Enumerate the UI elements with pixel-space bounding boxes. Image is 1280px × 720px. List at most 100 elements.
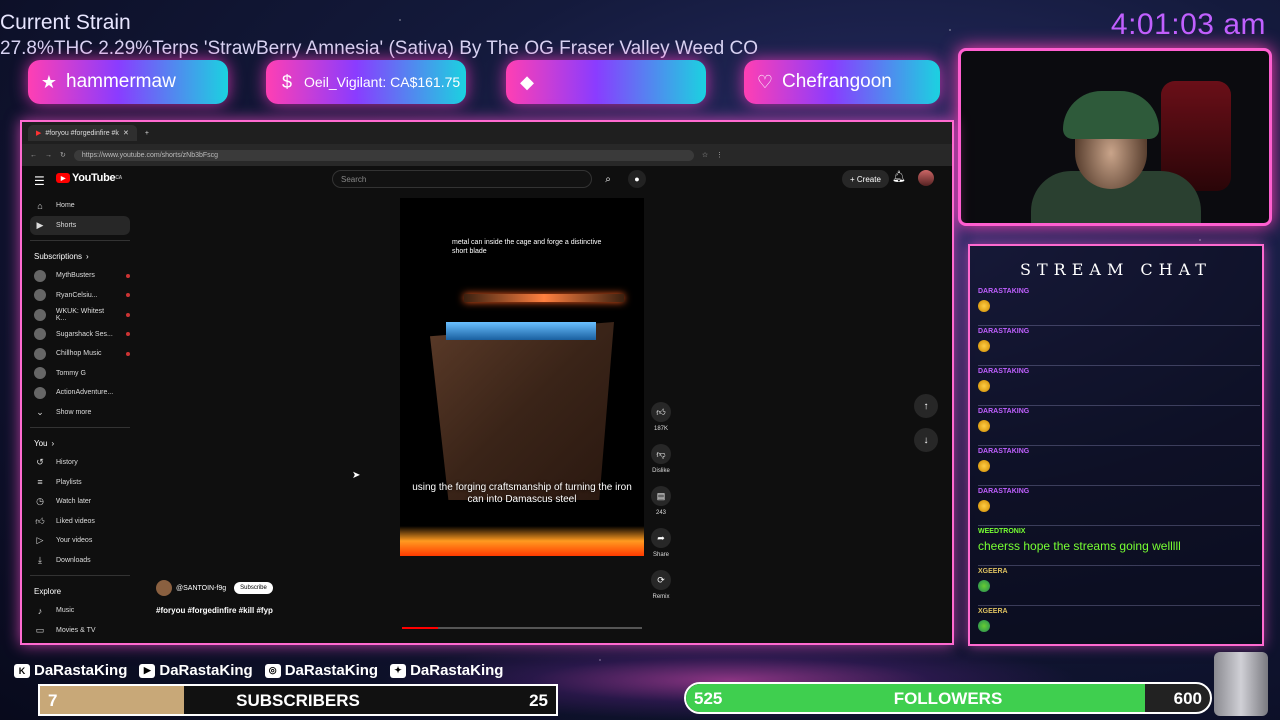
subscriptions-heading[interactable]: Subscriptions › — [30, 246, 130, 266]
subscription-item[interactable]: WKUK: Whitest K... — [30, 305, 130, 325]
subscription-label: WKUK: Whitest K... — [55, 307, 105, 322]
like-count: 187K — [653, 426, 668, 432]
search-input[interactable]: Search — [332, 170, 592, 188]
live-indicator — [126, 293, 130, 298]
subscription-item[interactable]: ActionAdventure... — [30, 383, 130, 403]
video-hashtags[interactable]: #foryou #forgedinfire #kill #fyp — [156, 606, 273, 615]
bell-icon[interactable]: 🔔︎ — [892, 170, 906, 183]
subscription-item[interactable]: RyanCelsiu... — [30, 286, 130, 306]
thumbs-down-icon[interactable]: 👎︎ — [651, 444, 671, 464]
create-button[interactable]: + Create — [842, 170, 889, 188]
short-channel-info: @SANTOIN-f9g Subscribe — [156, 580, 273, 596]
address-bar: ← → ↻ https://www.youtube.com/shorts/zNb… — [22, 144, 952, 166]
glowing-lid — [464, 294, 624, 302]
video-subtitle: using the forging craftsmanship of turni… — [412, 482, 632, 505]
like-action[interactable]: 👍︎ 187K — [650, 402, 672, 432]
channel-avatar — [34, 269, 46, 282]
search-icon[interactable]: ⌕ — [598, 170, 618, 188]
subscription-label: Sugarshack Ses... — [56, 330, 113, 338]
thumbs-up-icon[interactable]: 👍︎ — [651, 402, 671, 422]
divider — [30, 575, 130, 576]
subscription-item[interactable]: Chillhop Music — [30, 344, 130, 364]
bookmark-star-icon[interactable]: ☆ — [702, 151, 708, 159]
sidebar-item-your-videos[interactable]: ▷ Your videos — [30, 531, 130, 551]
sidebar-item-music[interactable]: ♪ Music — [30, 601, 130, 621]
kick-icon: K — [14, 663, 30, 678]
pepe-emote — [978, 580, 990, 592]
arrow-up-icon: ↑ — [923, 400, 929, 412]
plus-icon: + — [850, 174, 857, 184]
video-progress-bar[interactable] — [402, 627, 642, 629]
sidebar-item-playlists[interactable]: ≡ Playlists — [30, 473, 130, 493]
dislike-action[interactable]: 👎︎ Dislike — [650, 444, 672, 474]
heart-icon: ♡ — [756, 71, 774, 92]
alert-badge-follower: ★ hammermaw — [28, 60, 228, 104]
subscribe-button[interactable]: Subscribe — [234, 582, 273, 594]
chat-message: WEEDTRONIX cheerss hope the streams going… — [978, 526, 1260, 566]
chevron-right-icon: › — [86, 251, 89, 261]
channel-name[interactable]: @SANTOIN-f9g — [176, 585, 226, 592]
live-indicator — [126, 332, 130, 337]
account-avatar[interactable] — [918, 170, 934, 186]
liked-icon: 👍︎ — [35, 515, 45, 526]
remix-icon[interactable]: ⟳ — [651, 570, 671, 590]
sidebar-item-history[interactable]: ↺ History — [30, 453, 130, 473]
new-tab-icon[interactable]: + — [145, 130, 149, 137]
mouse-cursor-icon: ➤ — [352, 470, 361, 481]
mic-icon[interactable]: ● — [628, 170, 646, 188]
live-indicator — [126, 351, 130, 356]
url-field[interactable]: https://www.youtube.com/shorts/zNb3bFscg — [73, 149, 694, 161]
sidebar-item-watch-later[interactable]: ◷ Watch later — [30, 492, 130, 512]
short-video-player[interactable]: metal can inside the cage and forge a di… — [400, 198, 644, 556]
forward-icon[interactable]: → — [45, 152, 52, 159]
subscription-item[interactable]: Sugarshack Ses... — [30, 325, 130, 345]
sidebar-item-liked[interactable]: 👍︎ Liked videos — [30, 512, 130, 532]
sidebar-item-downloads[interactable]: ⤓ Downloads — [30, 551, 130, 571]
face-emote — [978, 380, 990, 392]
show-more-button[interactable]: ⌄ Show more — [30, 403, 130, 423]
channel-avatar[interactable] — [156, 580, 172, 596]
strain-title: Current Strain — [0, 11, 131, 34]
sidebar-item-label: Movies & TV — [56, 626, 96, 634]
heading-label: Subscriptions — [34, 251, 83, 261]
forge-fire — [400, 526, 644, 556]
subscription-item[interactable]: Tommy G — [30, 364, 130, 384]
subscription-item[interactable]: MythBusters — [30, 266, 130, 286]
reload-icon[interactable]: ↻ — [60, 151, 66, 159]
close-tab-icon[interactable]: ✕ — [123, 129, 129, 137]
sidebar-item-home[interactable]: ⌂ Home — [30, 196, 130, 216]
chat-username: XGEERA — [978, 608, 1008, 615]
comment-icon[interactable]: ▤ — [651, 486, 671, 506]
back-icon[interactable]: ← — [30, 152, 37, 159]
chat-message: DARASTAKING — [978, 326, 1260, 366]
alert-badge-sub: ♡ Chefrangoon — [744, 60, 940, 104]
sidebar-item-movies-tv[interactable]: ▭ Movies & TV — [30, 621, 130, 641]
comment-action[interactable]: ▤ 243 — [650, 486, 672, 516]
youtube-logo[interactable]: ▶ YouTube CA — [56, 172, 122, 184]
your-videos-icon: ▷ — [36, 535, 44, 546]
create-label: Create — [856, 174, 881, 184]
sidebar-item-shorts[interactable]: ▶ Shorts — [30, 215, 130, 235]
chat-message: DARASTAKING — [978, 406, 1260, 446]
share-action[interactable]: ➦ Share — [650, 528, 672, 558]
share-icon[interactable]: ➦ — [651, 528, 671, 548]
subscriber-goal-target: 25 — [529, 691, 548, 710]
channel-avatar — [34, 386, 46, 399]
previous-short-button[interactable]: ↑ — [914, 394, 938, 418]
remix-action[interactable]: ⟳ Remix — [650, 570, 672, 600]
shorts-icon: ▶ — [36, 219, 44, 230]
strain-details: 27.8%THC 2.29%Terps 'StrawBerry Amnesia'… — [0, 38, 759, 59]
chat-username: DARASTAKING — [978, 488, 1030, 495]
extensions-icon[interactable]: ⋮ — [716, 151, 723, 159]
browser-tab[interactable]: ▶ #foryou #forgedinfire #k ✕ — [28, 125, 137, 141]
alert-badge-member: ◆ — [506, 60, 706, 104]
chat-username: DARASTAKING — [978, 328, 1030, 335]
youtube-play-icon: ▶ — [56, 173, 70, 183]
video-progress-fill — [402, 627, 438, 629]
menu-icon[interactable]: ☰ — [34, 174, 45, 188]
chat-title: STREAM CHAT — [1020, 260, 1212, 279]
next-short-button[interactable]: ↓ — [914, 428, 938, 452]
you-heading[interactable]: You › — [30, 433, 130, 453]
chevron-right-icon: › — [51, 438, 55, 448]
share-label: Share — [652, 552, 669, 558]
